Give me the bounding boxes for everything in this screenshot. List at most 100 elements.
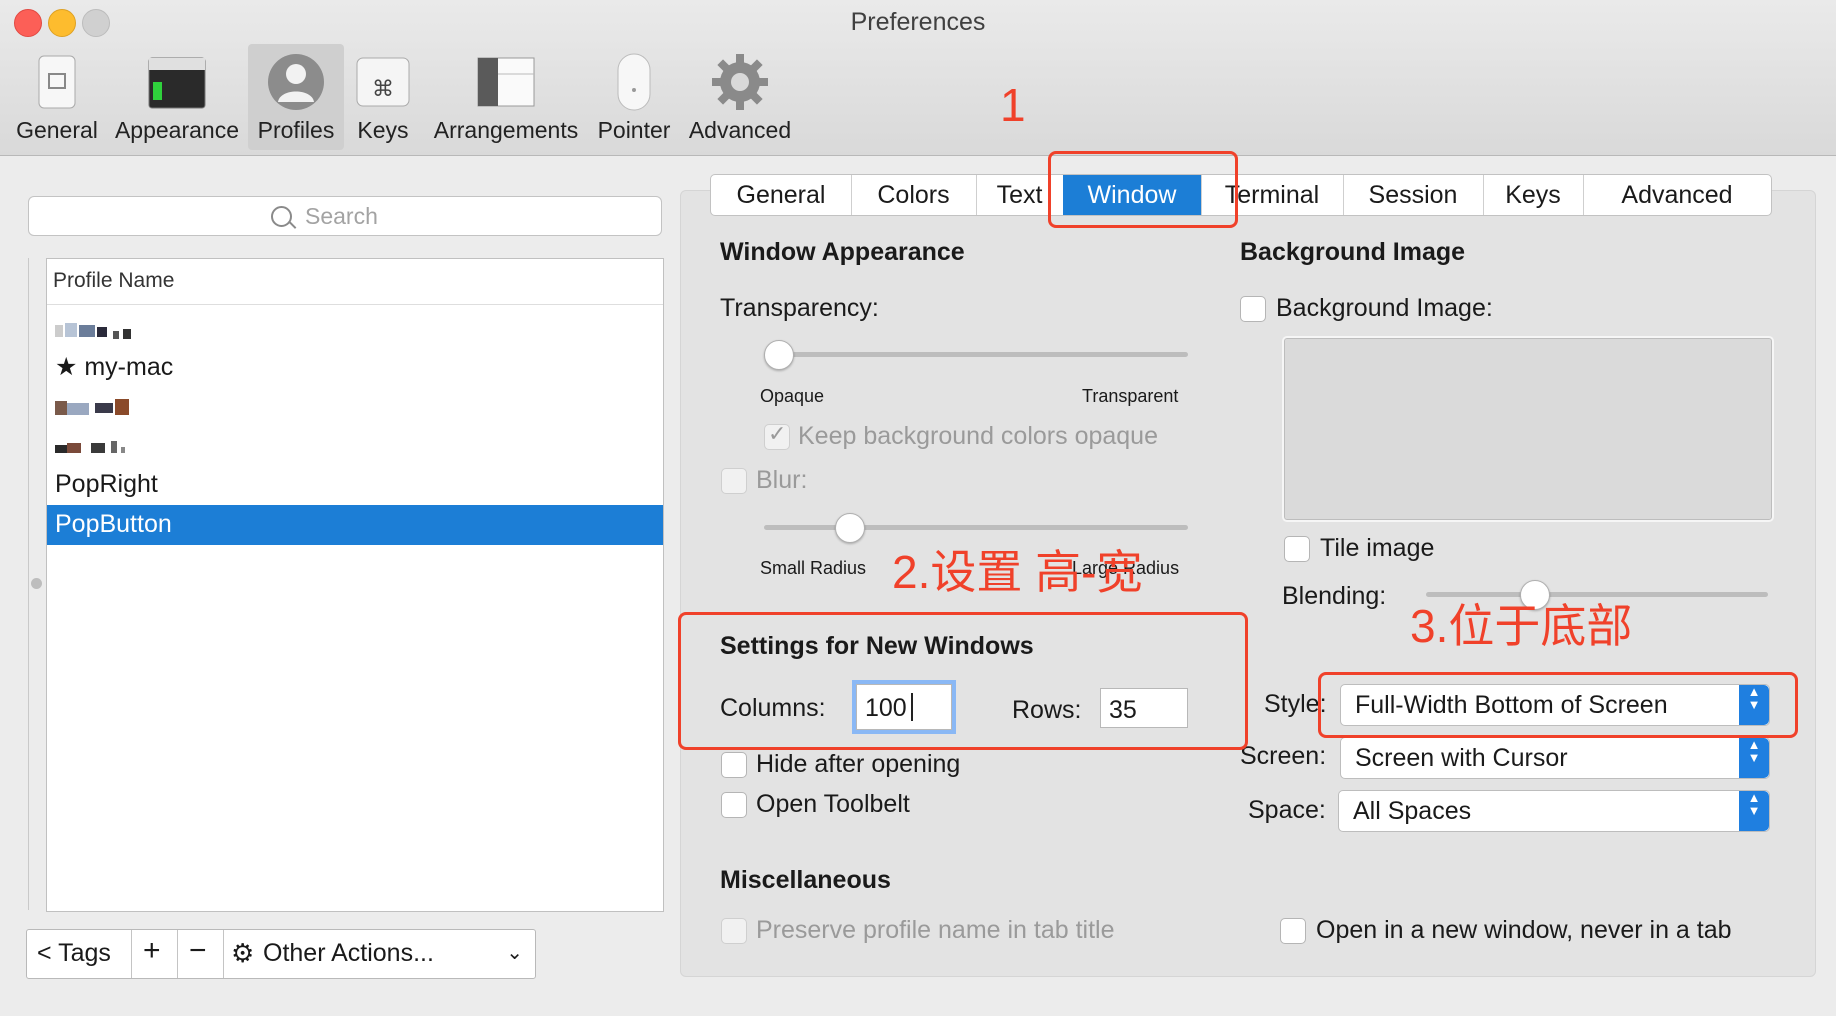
toolbar-general[interactable]: General [10, 44, 104, 150]
hide-after-opening-label: Hide after opening [756, 750, 961, 778]
open-toolbelt-checkbox[interactable] [721, 792, 747, 818]
column-header-label: Profile Name [53, 269, 175, 292]
appearance-icon [147, 52, 207, 112]
background-image-heading: Background Image [1240, 238, 1466, 266]
tab-keys[interactable]: Keys [1483, 175, 1584, 215]
background-image-well[interactable] [1282, 336, 1774, 522]
list-item-selected[interactable]: PopButton [47, 505, 663, 545]
redacted-name [55, 323, 131, 339]
space-label: Space: [1248, 796, 1326, 824]
space-select[interactable]: All Spaces ▲ ▼ [1338, 790, 1770, 832]
profiles-icon [266, 52, 326, 112]
blur-label: Blur: [756, 466, 808, 494]
toolbar-pointer[interactable]: Pointer [594, 44, 674, 150]
tile-image-label: Tile image [1320, 534, 1435, 562]
search-input[interactable]: Search [28, 196, 662, 236]
list-item[interactable]: PopRight [47, 465, 663, 505]
blur-track [764, 525, 1188, 530]
window-appearance-heading: Window Appearance [720, 238, 965, 266]
small-radius-label: Small Radius [760, 558, 867, 578]
blending-label: Blending: [1282, 582, 1387, 610]
tags-label: < Tags [37, 939, 111, 967]
open-new-window-label: Open in a new window, never in a tab [1316, 916, 1732, 944]
toolbar-appearance-label: Appearance [114, 117, 240, 143]
transparent-label: Transparent [1082, 386, 1179, 406]
toolbar-keys[interactable]: ⌘ Keys [350, 44, 416, 150]
screen-select[interactable]: Screen with Cursor ▲ ▼ [1340, 737, 1770, 779]
list-item[interactable]: ★ my-mac [47, 347, 663, 387]
list-item[interactable] [47, 311, 663, 351]
annotation-step2: 2.设置 高-宽 [892, 546, 1143, 598]
space-value: All Spaces [1353, 797, 1472, 825]
toolbar-arrangements-label: Arrangements [433, 117, 579, 143]
gear-icon: ⚙ [231, 938, 255, 968]
arrangements-icon [476, 52, 536, 112]
annotation-step1: 1 [1000, 79, 1026, 131]
add-profile-button[interactable]: + [131, 930, 178, 978]
minus-icon: − [189, 934, 207, 967]
profile-name: PopRight [55, 470, 158, 498]
toolbar-profiles[interactable]: Profiles [248, 44, 344, 150]
column-header[interactable]: Profile Name [47, 259, 663, 305]
other-actions-label: Other Actions... [263, 939, 434, 967]
gear-icon [710, 52, 770, 112]
profile-list[interactable]: Profile Name ★ my-mac PopRight PopButton [46, 258, 664, 912]
svg-text:⌘: ⌘ [372, 77, 394, 102]
other-actions-menu[interactable]: ⚙ Other Actions... ⌄ [223, 930, 535, 978]
toolbar-profiles-label: Profiles [257, 117, 335, 143]
toolbar-arrangements[interactable]: Arrangements [430, 44, 582, 150]
tab-advanced[interactable]: Advanced [1583, 175, 1771, 215]
annotation-box-window-tab [1048, 151, 1238, 228]
tags-button[interactable]: < Tags [27, 930, 132, 978]
transparency-slider[interactable] [764, 340, 1188, 370]
search-placeholder: Search [305, 203, 378, 229]
toolbar-general-label: General [16, 117, 98, 143]
chevron-updown-icon: ▲ ▼ [1739, 791, 1769, 831]
profile-name: PopButton [55, 510, 172, 538]
annotation-box-style [1318, 672, 1798, 738]
profile-tabs: General Colors Text Window Terminal Sess… [710, 174, 1772, 216]
preserve-name-label: Preserve profile name in tab title [756, 916, 1115, 944]
blur-checkbox[interactable] [721, 468, 747, 494]
list-item[interactable] [47, 427, 663, 467]
general-icon [27, 52, 87, 112]
toolbar-advanced[interactable]: Advanced [688, 44, 792, 150]
tile-image-checkbox[interactable] [1284, 536, 1310, 562]
open-toolbelt-label: Open Toolbelt [756, 790, 910, 818]
annotation-box-size [678, 612, 1248, 750]
opaque-label: Opaque [760, 386, 825, 406]
toolbar-appearance[interactable]: Appearance [112, 44, 242, 150]
tab-session[interactable]: Session [1343, 175, 1484, 215]
background-image-checkbox[interactable] [1240, 296, 1266, 322]
search-icon [271, 206, 292, 227]
transparency-label: Transparency: [720, 294, 879, 322]
screen-value: Screen with Cursor [1355, 744, 1568, 772]
preserve-name-checkbox[interactable] [721, 918, 747, 944]
hide-after-opening-checkbox[interactable] [721, 752, 747, 778]
chevron-updown-icon: ▲ ▼ [1739, 738, 1769, 778]
command-key-icon: ⌘ [353, 52, 413, 112]
tab-colors[interactable]: Colors [851, 175, 977, 215]
keep-bg-opaque-label: Keep background colors opaque [798, 422, 1158, 450]
blur-knob[interactable] [835, 513, 865, 543]
sidebar-divider [28, 258, 29, 910]
redacted-name [55, 441, 125, 453]
resize-handle[interactable] [31, 578, 42, 589]
list-item[interactable] [47, 387, 663, 427]
tab-general[interactable]: General [711, 175, 852, 215]
window-title: Preferences [850, 8, 986, 36]
toolbar-keys-label: Keys [357, 117, 409, 143]
chevron-down-icon: ⌄ [506, 942, 523, 964]
keep-bg-opaque-checkbox[interactable]: ✓ [764, 421, 790, 450]
transparency-track [764, 352, 1188, 357]
open-new-window-checkbox[interactable] [1280, 918, 1306, 944]
redacted-name [55, 399, 129, 415]
screen-label: Screen: [1240, 742, 1327, 770]
checkmark-icon: ✓ [768, 421, 787, 446]
plus-icon: + [143, 934, 161, 967]
remove-profile-button[interactable]: − [177, 930, 224, 978]
toolbar-advanced-label: Advanced [688, 117, 792, 143]
profile-actions-bar: < Tags + − ⚙ Other Actions... ⌄ [26, 929, 536, 979]
background-image-label: Background Image: [1276, 294, 1493, 322]
transparency-knob[interactable] [764, 340, 794, 370]
